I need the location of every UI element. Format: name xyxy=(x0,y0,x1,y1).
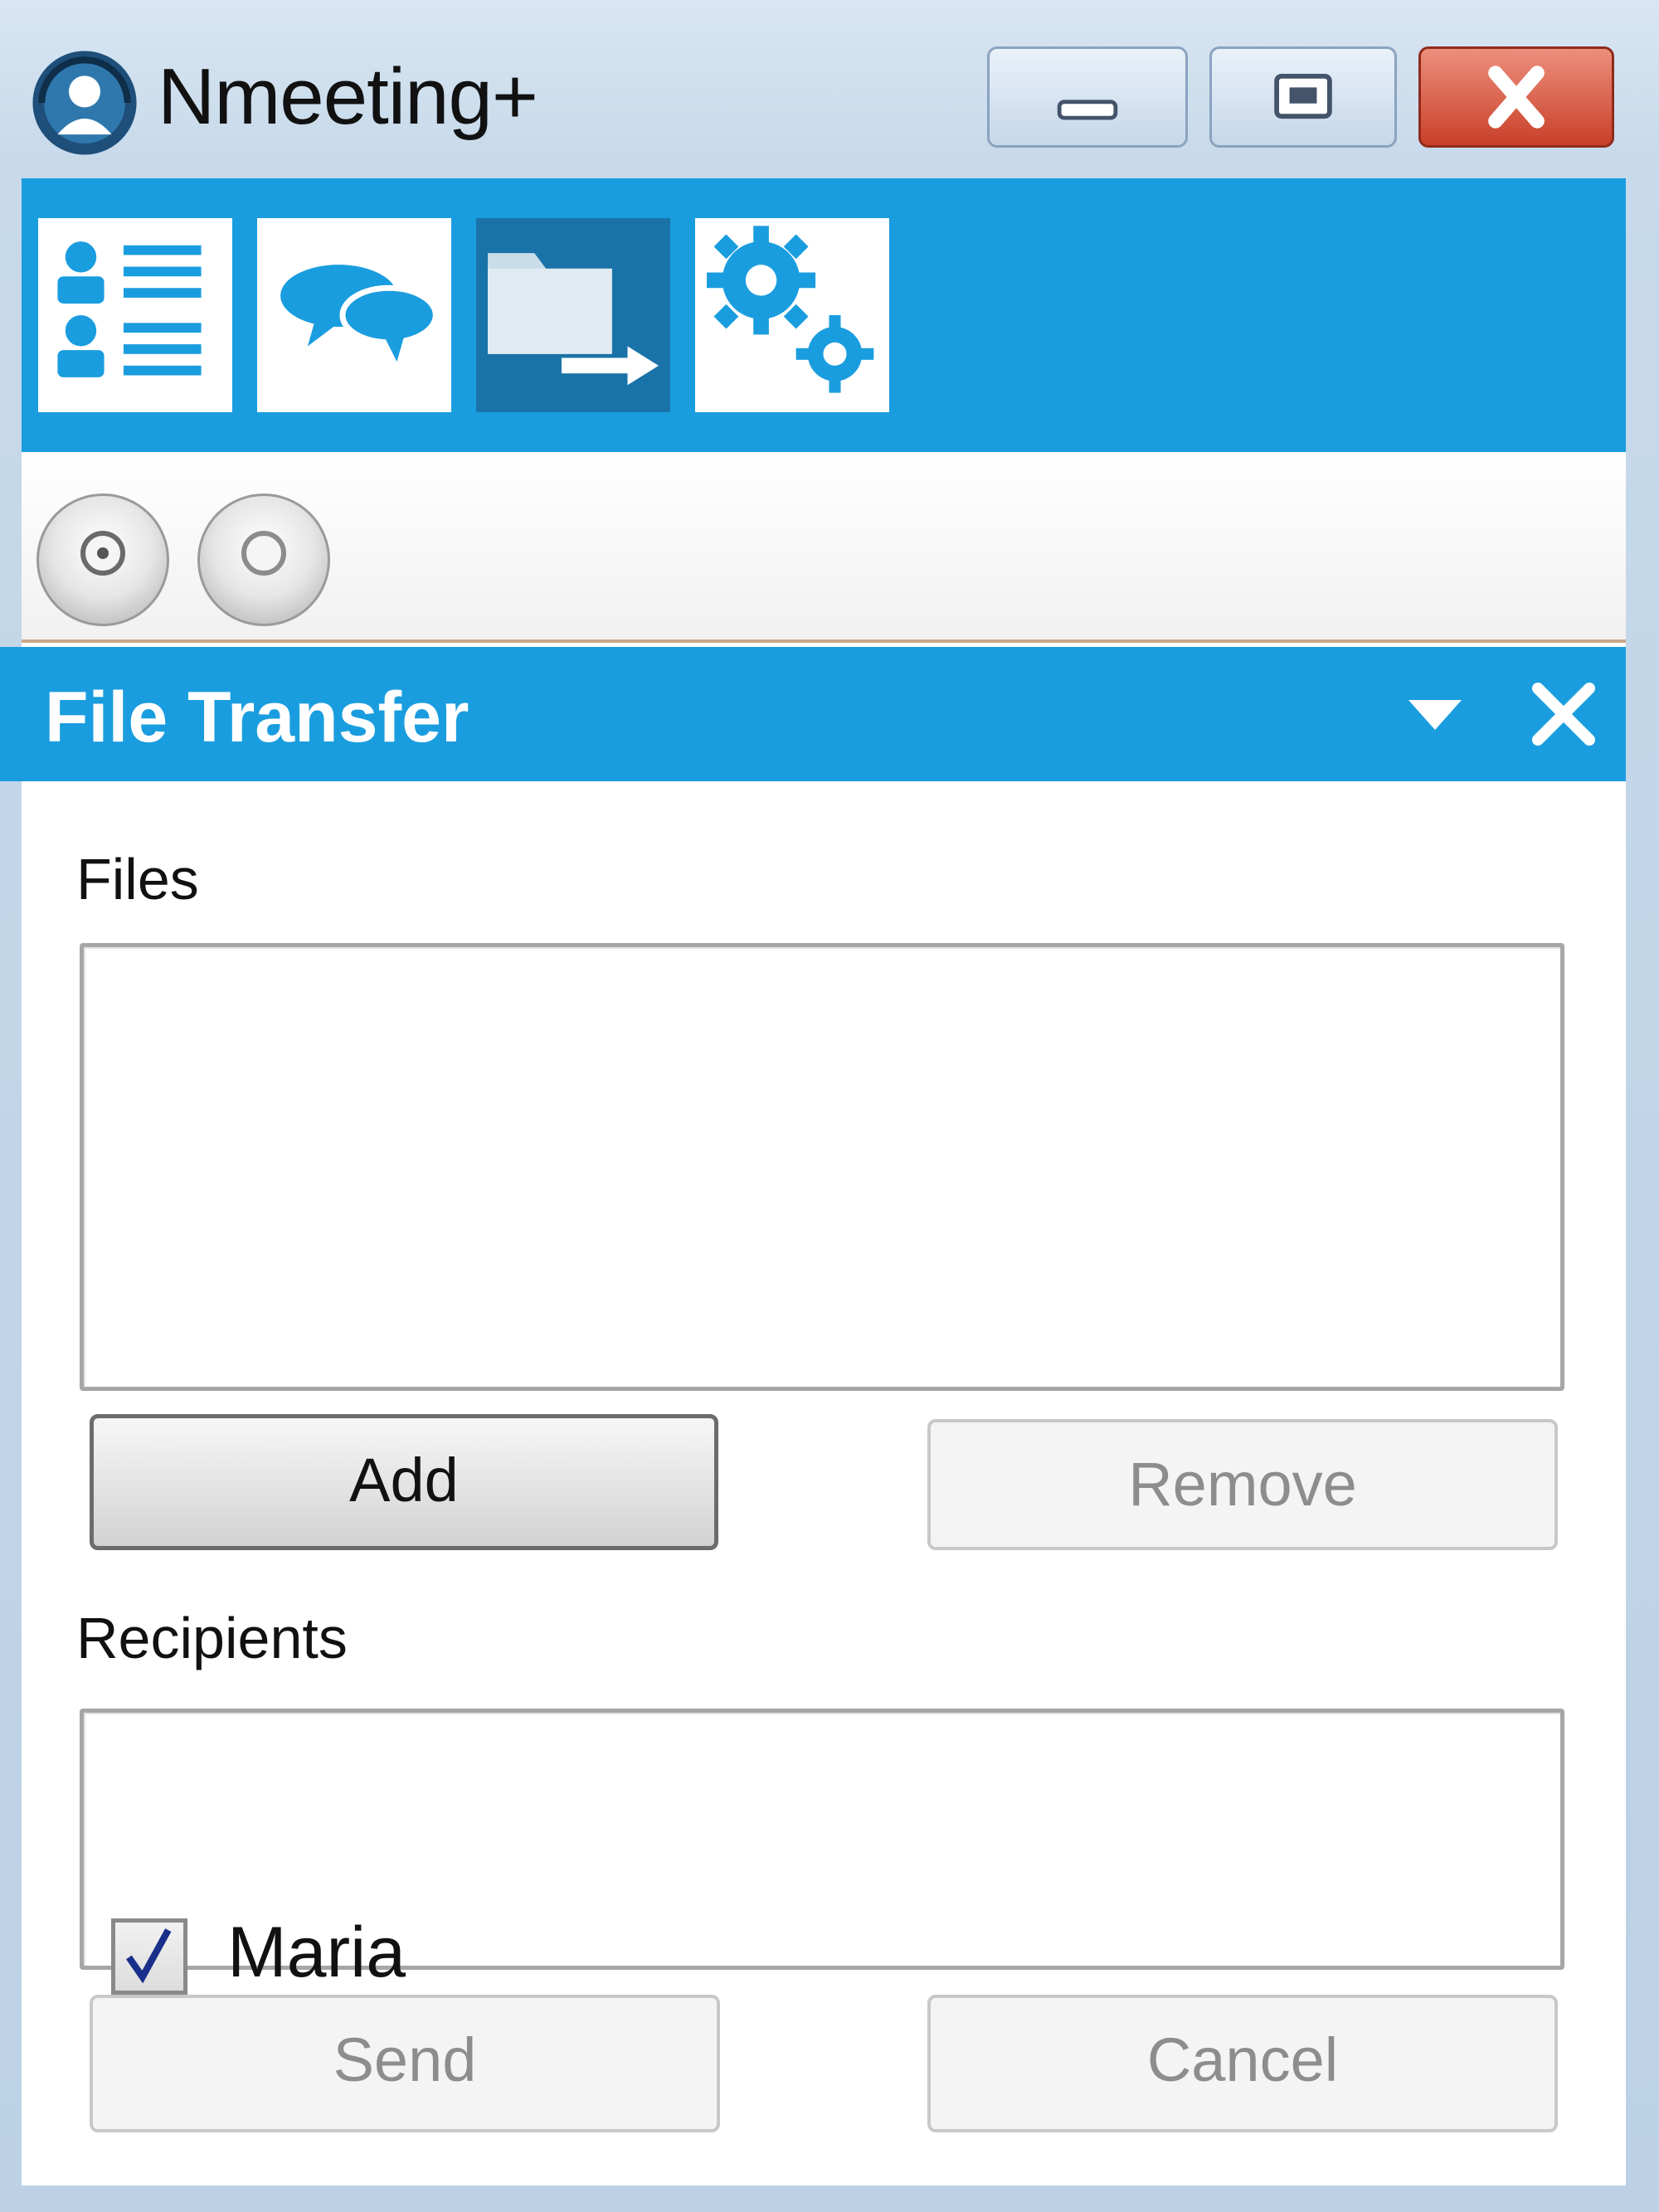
tool-chat[interactable] xyxy=(257,218,451,412)
title-bar[interactable]: Nmeeting+ xyxy=(0,0,1659,178)
cancel-button[interactable]: Cancel xyxy=(927,1995,1558,2132)
chat-bubbles-icon xyxy=(280,265,439,362)
files-list[interactable] xyxy=(80,943,1564,1391)
minimize-button[interactable] xyxy=(987,46,1188,148)
close-window-button[interactable] xyxy=(1418,46,1614,148)
recipient-name: Maria xyxy=(227,1913,406,1992)
close-icon xyxy=(1488,66,1545,129)
window-title: Nmeeting+ xyxy=(158,52,538,141)
remove-button[interactable]: Remove xyxy=(927,1419,1558,1550)
subbar-button-2[interactable] xyxy=(197,493,330,626)
participants-list-icon xyxy=(57,241,202,377)
recipient-checkbox[interactable] xyxy=(111,1918,187,1995)
app-logo-icon xyxy=(32,51,137,155)
file-transfer-panel-header: File Transfer xyxy=(0,647,1626,781)
tool-participants[interactable] xyxy=(38,218,232,412)
tool-settings[interactable] xyxy=(695,218,889,412)
subbar-button-1[interactable] xyxy=(36,493,169,626)
radio-ring-icon xyxy=(241,531,286,576)
checkmark-icon xyxy=(126,1928,172,1984)
maximize-button[interactable] xyxy=(1209,46,1397,148)
panel-title: File Transfer xyxy=(45,678,469,757)
settings-gears-icon xyxy=(707,226,874,393)
app-window: Nmeeting+ File Transfer Files Add Remove… xyxy=(0,0,1659,2212)
files-label: Files xyxy=(76,847,199,912)
tool-file-transfer[interactable] xyxy=(476,218,670,412)
minimize-icon xyxy=(1057,100,1118,120)
recipients-label: Recipients xyxy=(76,1606,348,1670)
client-area: File Transfer Files Add Remove Recipient… xyxy=(0,178,1626,2185)
radio-dot-icon xyxy=(80,531,125,576)
chevron-down-icon[interactable] xyxy=(1402,693,1468,735)
secondary-toolbar xyxy=(22,452,1626,643)
main-toolbar xyxy=(22,178,1626,452)
send-button[interactable]: Send xyxy=(90,1995,720,2132)
close-panel-icon[interactable] xyxy=(1526,677,1601,751)
maximize-icon xyxy=(1274,73,1332,119)
file-transfer-icon xyxy=(488,253,659,386)
add-button[interactable]: Add xyxy=(90,1414,718,1550)
